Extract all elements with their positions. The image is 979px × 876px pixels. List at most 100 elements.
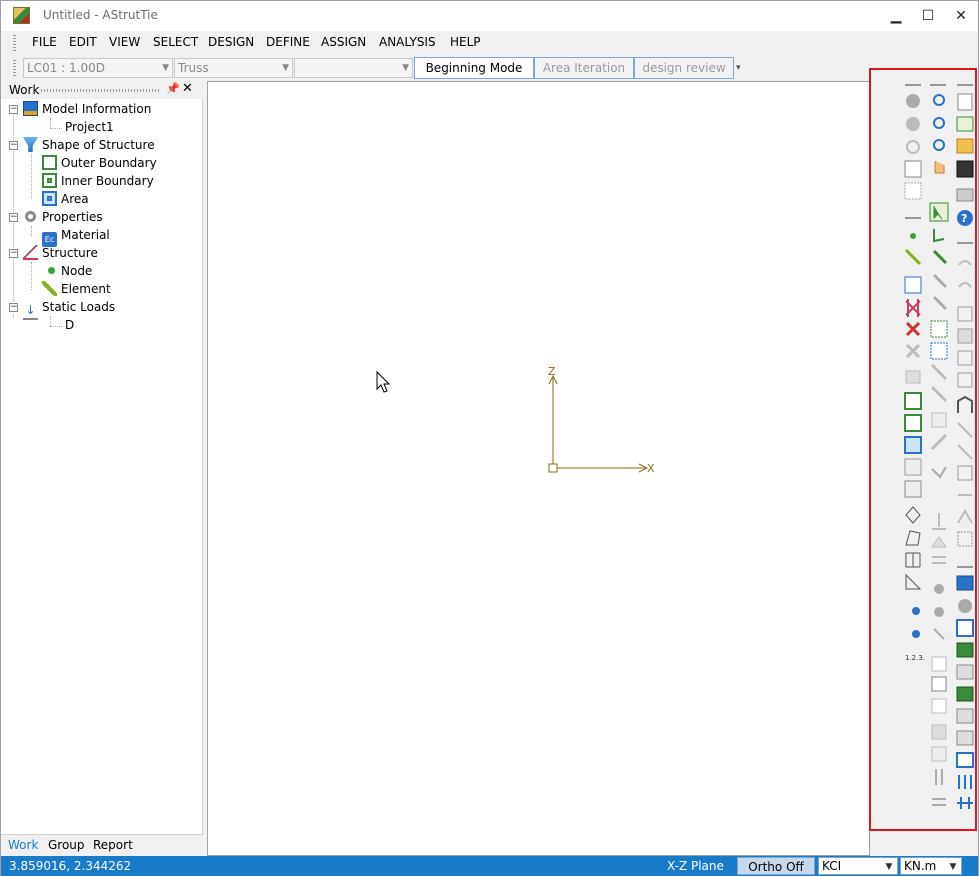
transform-icon[interactable] [957,350,973,366]
zoom-out-icon[interactable] [933,117,945,129]
sheet-icon[interactable] [956,730,974,746]
tree-item-model-information[interactable]: Model Information [23,100,151,118]
area-iteration-button[interactable]: Area Iteration [534,57,634,79]
beginning-mode-button[interactable]: Beginning Mode [414,57,534,79]
level-icon[interactable] [932,798,946,806]
undo-icon[interactable] [958,260,972,266]
zoom-fit-icon[interactable] [933,139,945,151]
maximize-button[interactable]: ☐ [913,4,943,28]
redo-icon[interactable] [958,282,972,288]
settings-box-icon[interactable] [904,458,922,476]
import-icon[interactable] [956,116,974,132]
load-arrows-icon[interactable] [958,775,972,789]
tree-item-shape-of-structure[interactable]: Shape of Structure [23,136,155,154]
ortho-toggle[interactable]: Ortho Off [737,857,815,875]
check-box-icon[interactable] [931,698,947,714]
split-icon[interactable] [957,465,973,481]
table-box-icon[interactable] [904,480,922,498]
transform-icon[interactable] [957,372,973,388]
delete-element-icon[interactable] [905,321,921,337]
truss-tool-icon[interactable] [905,552,921,568]
toolbar-overflow-icon[interactable]: ▾ [736,63,741,73]
window-icon[interactable] [956,752,974,768]
tree-collapse-toggle[interactable]: − [9,213,18,222]
disabled-tool-icon[interactable] [930,363,948,381]
tree-collapse-toggle[interactable]: − [9,303,18,312]
menu-grip-icon[interactable] [13,35,16,51]
delete-disabled-icon[interactable] [905,343,921,359]
tree-item-element[interactable]: Element [42,280,111,298]
save-disk-icon[interactable] [956,160,974,178]
design-review-button[interactable]: design review [634,57,734,79]
sheet-icon[interactable] [956,664,974,680]
gear-icon[interactable] [958,599,972,613]
tab-group[interactable]: Group [44,838,89,852]
transform-icon[interactable] [957,328,973,344]
outer-boundary-tool-icon[interactable] [904,392,922,410]
design-code-select[interactable]: KCI ▼ [818,857,898,875]
check-square-icon[interactable] [931,676,947,692]
node-info-icon[interactable] [912,607,920,615]
third-select[interactable]: ▼ [294,58,413,78]
tree-item-structure[interactable]: Structure [23,244,98,262]
element-tool-icon[interactable] [904,248,922,266]
grip-icon[interactable] [957,242,973,244]
grip-icon[interactable] [957,84,973,86]
check-icon[interactable] [957,531,973,547]
menu-design[interactable]: DESIGN [208,35,254,49]
disabled-tool-icon[interactable] [931,724,947,740]
disabled-box-icon[interactable] [931,412,947,428]
result-icon[interactable] [934,607,944,617]
triangle-icon[interactable] [905,573,922,590]
inner-boundary-tool-icon[interactable] [904,414,922,432]
select-arrow-icon[interactable] [929,202,949,222]
load-area-icon[interactable] [931,536,947,548]
load-icon[interactable] [932,513,946,530]
globe-icon[interactable] [906,117,920,131]
menu-select[interactable]: SELECT [153,35,198,49]
sheet-icon[interactable] [956,642,974,658]
numbering-icon[interactable]: 1.2.3. [905,654,925,662]
report-icon[interactable] [956,619,974,637]
view-grid-icon[interactable] [904,160,922,178]
menu-help[interactable]: HELP [450,35,481,49]
pan-hand-icon[interactable] [934,161,945,174]
tree-item-d[interactable]: D [65,316,74,334]
tree-item-properties[interactable]: Properties [23,208,103,226]
tree-item-project1[interactable]: Project1 [65,118,114,136]
disabled-tool-icon[interactable] [930,385,948,403]
select-node-icon[interactable] [933,229,945,243]
pin-icon[interactable]: 📌 [166,82,180,95]
minimize-button[interactable]: ▁ [881,4,911,28]
tree-item-outer-boundary[interactable]: Outer Boundary [42,154,157,172]
grip-icon[interactable] [905,217,921,219]
quad-icon[interactable] [905,530,921,546]
drawing-canvas[interactable]: Z X [207,81,870,856]
tree-item-area[interactable]: Area [42,190,89,208]
play-icon[interactable] [906,94,920,108]
grip-icon[interactable] [957,566,973,568]
menu-file[interactable]: FILE [32,35,57,49]
menu-edit[interactable]: EDIT [69,35,97,49]
select-element-icon[interactable] [932,249,948,265]
new-file-icon[interactable] [957,93,973,111]
tree-collapse-toggle[interactable]: − [9,105,18,114]
result-icon[interactable] [934,584,944,594]
element-info-icon[interactable] [912,630,920,638]
menu-analysis[interactable]: ANALYSIS [379,35,436,49]
panel-grip-icon[interactable] [41,89,161,92]
close-button[interactable]: ✕ [946,4,976,28]
transform-icon[interactable] [957,306,973,322]
tab-report[interactable]: Report [89,838,137,852]
tri-icon[interactable] [957,509,973,524]
load-line-icon[interactable] [932,556,946,564]
tree-item-material[interactable]: Ec Material [42,226,110,247]
open-folder-icon[interactable] [956,138,974,154]
lock-icon[interactable] [905,370,921,384]
model-type-select[interactable]: Truss ▼ [174,58,293,78]
rotate-icon[interactable] [906,140,920,154]
arrows-icon[interactable] [935,769,943,785]
select-disabled-icon[interactable] [932,273,948,289]
sheet-icon[interactable] [956,708,974,724]
menu-view[interactable]: VIEW [109,35,140,49]
